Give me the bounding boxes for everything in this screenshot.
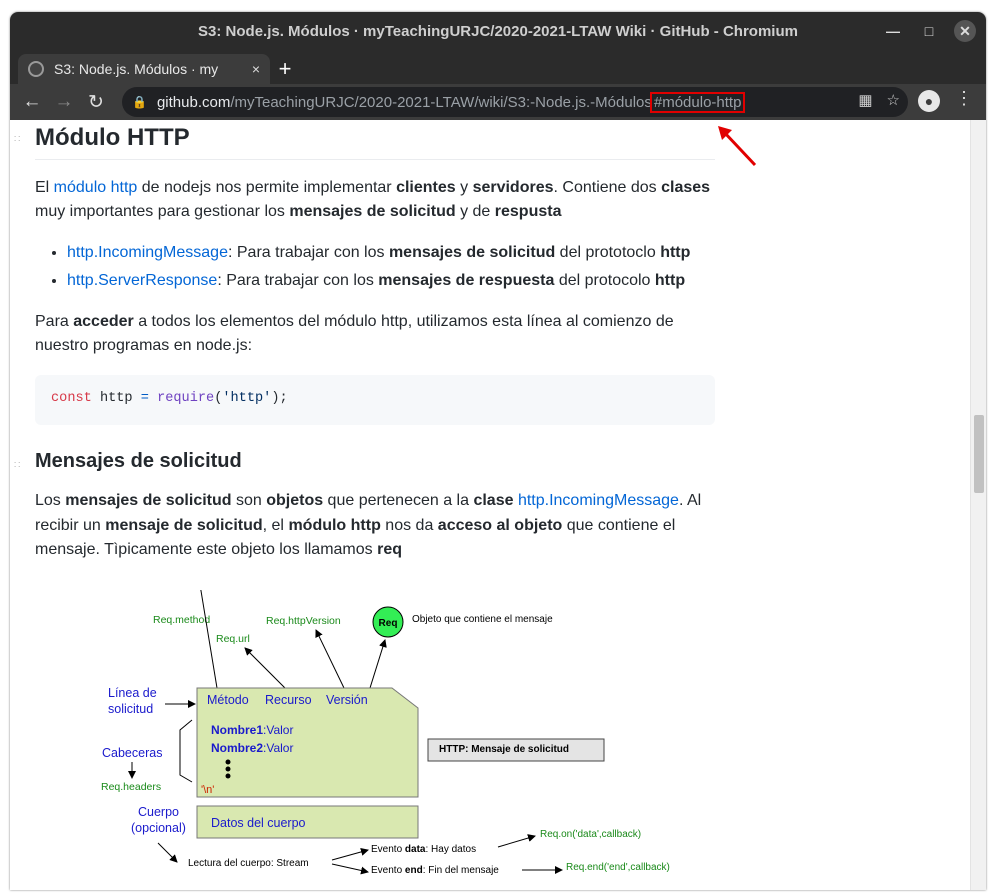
lock-icon[interactable]: 🔒 [132, 95, 147, 109]
list-item: http.ServerResponse: Para trabajar con l… [67, 269, 715, 294]
url-host: github.com [156, 93, 231, 111]
label-linea-2: solicitud [108, 702, 153, 716]
wiki-content: Módulo HTTP El módulo http de nodejs nos… [35, 120, 715, 579]
forward-button[interactable]: → [48, 86, 80, 118]
label-objeto: Objeto que contiene el mensaje [412, 614, 553, 625]
close-icon[interactable]: ✕ [954, 20, 976, 42]
label-req-end: Req.end('end',callback) [566, 862, 670, 873]
paragraph-mensajes: Los mensajes de solicitud son objetos qu… [35, 492, 702, 558]
label-http-mensaje: HTTP: Mensaje de solicitud [439, 744, 569, 755]
label-cabeceras: Cabeceras [102, 746, 162, 760]
kebab-menu-icon[interactable]: ⋮ [952, 88, 976, 109]
label-req-headers: Req.headers [101, 781, 161, 793]
back-button[interactable]: ← [16, 86, 48, 118]
address-bar[interactable]: 🔒 github.com/myTeachingURJC/2020-2021-LT… [122, 87, 908, 117]
anchor-link-icon[interactable]: ∷ [14, 134, 20, 145]
label-newline: '\n' [201, 784, 214, 796]
window-controls: — □ ✕ [882, 20, 976, 42]
label-cuerpo-1: Cuerpo [138, 805, 179, 819]
new-tab-button[interactable]: + [272, 56, 298, 82]
maximize-icon[interactable]: □ [918, 20, 940, 42]
tab-active[interactable]: S3: Node.js. Módulos · my × [18, 54, 270, 84]
reload-button[interactable]: ↻ [80, 86, 112, 118]
label-evento-data: Evento data: Hay datos [371, 844, 476, 855]
tab-strip: S3: Node.js. Módulos · my × + [10, 50, 986, 84]
minimize-icon[interactable]: — [882, 20, 904, 42]
label-recurso: Recurso [265, 693, 312, 707]
label-evento-end: Evento end: Fin del mensaje [371, 865, 499, 876]
req-circle-label: Req [379, 618, 398, 629]
scrollbar-thumb[interactable] [974, 415, 984, 493]
label-linea-1: Línea de [108, 686, 157, 700]
paragraph-acceder: Para acceder a todos los elementos del m… [35, 312, 674, 355]
vertical-scrollbar[interactable] [970, 120, 986, 890]
paragraph-intro: El módulo http de nodejs nos permite imp… [35, 178, 711, 221]
code-block[interactable]: const http = require('http'); [35, 374, 715, 425]
heading-modulo-http: Módulo HTTP [35, 120, 715, 160]
request-diagram: Req.method Req.url Req.httpVersion Req O… [101, 590, 670, 876]
translate-icon[interactable]: ▦ [858, 91, 872, 109]
profile-avatar-icon[interactable]: ● [918, 90, 940, 112]
bookmark-star-icon[interactable]: ☆ [887, 91, 900, 109]
label-req-method: Req.method [153, 614, 210, 626]
github-icon [28, 61, 44, 77]
heading-mensajes-solicitud: Mensajes de solicitud [35, 449, 242, 472]
page-viewport: ∷ ∷ Módulo HTTP El módulo http de nodejs… [10, 120, 986, 890]
class-list: http.IncomingMessage: Para trabajar con … [67, 241, 715, 294]
link-serverresponse[interactable]: http.ServerResponse [67, 272, 217, 289]
window-title: S3: Node.js. Módulos · myTeachingURJC/20… [198, 22, 798, 40]
url-hash-highlight: #módulo-http [649, 91, 746, 113]
label-datos-cuerpo: Datos del cuerpo [211, 816, 306, 830]
tab-title: S3: Node.js. Módulos · my [54, 61, 219, 77]
svg-text:Nombre1:Valor: Nombre1:Valor [211, 723, 293, 737]
list-item: http.IncomingMessage: Para trabajar con … [67, 241, 715, 266]
link-incomingmessage-2[interactable]: http.IncomingMessage [518, 492, 679, 509]
label-req-url: Req.url [216, 633, 250, 645]
title-bar: S3: Node.js. Módulos · myTeachingURJC/20… [10, 12, 986, 50]
label-metodo: Método [207, 693, 249, 707]
url-path: /myTeachingURJC/2020-2021-LTAW/wiki/S3:-… [230, 93, 652, 111]
browser-window: S3: Node.js. Módulos · myTeachingURJC/20… [10, 12, 986, 890]
label-cuerpo-2: (opcional) [131, 821, 186, 835]
red-annotation-arrow-icon [718, 126, 757, 167]
label-req-httpversion: Req.httpVersion [266, 615, 341, 627]
svg-text:Nombre2:Valor: Nombre2:Valor [211, 741, 293, 755]
anchor-link-icon[interactable]: ∷ [14, 460, 20, 471]
label-lectura: Lectura del cuerpo: Stream [188, 858, 309, 869]
browser-toolbar: ← → ↻ 🔒 github.com/myTeachingURJC/2020-2… [10, 84, 986, 120]
label-req-on: Req.on('data',callback) [540, 829, 641, 840]
link-modulo-http[interactable]: módulo http [54, 179, 138, 196]
tab-close-icon[interactable]: × [252, 61, 260, 77]
label-version: Versión [326, 693, 368, 707]
link-incomingmessage[interactable]: http.IncomingMessage [67, 244, 228, 261]
